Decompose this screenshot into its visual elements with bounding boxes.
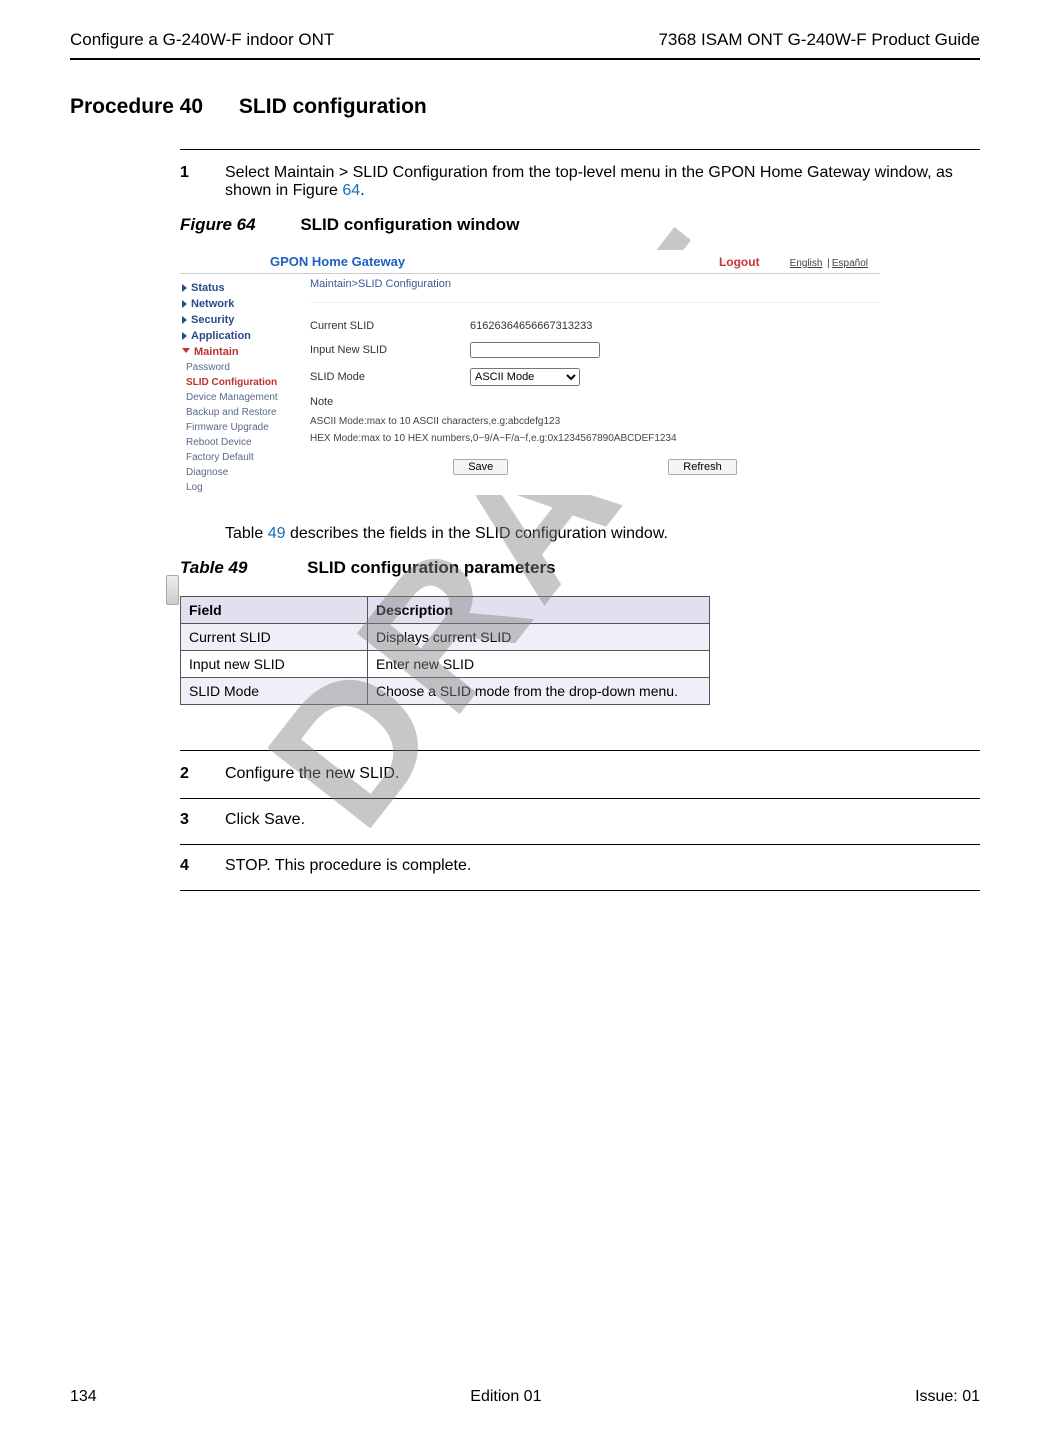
rule [180,890,980,891]
issue: Issue: 01 [915,1388,980,1406]
rule [180,844,980,845]
header-right: 7368 ISAM ONT G-240W-F Product Guide [658,30,980,50]
footer: 134 Edition 01 Issue: 01 [70,1388,980,1406]
logout-link[interactable]: Logout [719,255,760,269]
table-row: Input new SLID Enter new SLID [181,651,710,678]
th-desc: Description [368,597,710,624]
chevron-right-icon [182,300,187,308]
sidebar-item-application[interactable]: Application [180,328,300,344]
figure-label: Figure 64 [180,215,256,235]
step-number: 4 [180,857,225,875]
page-number: 134 [70,1388,97,1406]
slid-mode-label: SLID Mode [310,371,470,383]
sidebar-item-security[interactable]: Security [180,312,300,328]
table-header-row: Field Description [181,597,710,624]
sidebar-item-maintain[interactable]: Maintain [180,344,300,360]
chevron-right-icon [182,316,187,324]
table-row: Current SLID Displays current SLID [181,624,710,651]
table-title-text: SLID configuration parameters [307,558,555,577]
sidebar: Status Network Security Application Main… [180,274,300,495]
step-1: 1 Select Maintain > SLID Configuration f… [180,164,980,200]
field-slid-mode: SLID Mode ASCII Mode [310,363,880,391]
sidebar-sub-device-mgmt[interactable]: Device Management [180,390,300,405]
step-4: 4 STOP. This procedure is complete. [180,857,980,875]
table-caption: Table 49 SLID configuration parameters [180,558,980,578]
gw-header: GPON Home Gateway Logout English |Españo… [180,250,880,274]
field-current-slid: Current SLID 61626364656667313233 [310,315,880,337]
step-number: 1 [180,164,225,200]
sidebar-sub-diagnose[interactable]: Diagnose [180,465,300,480]
chevron-down-icon [182,348,190,357]
gw-main: Maintain>SLID Configuration Current SLID… [300,274,880,495]
sidebar-sub-backup[interactable]: Backup and Restore [180,405,300,420]
step-3: 3 Click Save. [180,811,980,829]
sidebar-sub-slid[interactable]: SLID Configuration [180,375,300,390]
input-new-slid-field[interactable] [470,342,600,358]
sidebar-item-network[interactable]: Network [180,296,300,312]
language-switch[interactable]: English |Español [788,258,870,269]
figure-caption: Figure 64 SLID configuration window [180,215,980,235]
field-note: Note [310,391,880,413]
chevron-right-icon [182,332,187,340]
params-table: Field Description Current SLID Displays … [180,596,710,705]
step-text: Configure the new SLID. [225,765,399,783]
rule [180,750,980,751]
sidebar-sub-log[interactable]: Log [180,480,300,495]
current-slid-label: Current SLID [310,320,470,332]
table-label: Table 49 [180,558,247,578]
sidebar-item-status[interactable]: Status [180,280,300,296]
figure-title-text: SLID configuration window [300,215,519,234]
rule [180,798,980,799]
cell-desc: Enter new SLID [368,651,710,678]
step-number: 2 [180,765,225,783]
slid-mode-select[interactable]: ASCII Mode [470,368,580,386]
step-number: 3 [180,811,225,829]
table-link[interactable]: 49 [268,525,286,542]
table-intro: Table 49 describes the fields in the SLI… [225,525,980,543]
button-row: Save Refresh [310,447,880,487]
rule [180,149,980,150]
chevron-right-icon [182,284,187,292]
note-hex: HEX Mode:max to 10 HEX numbers,0~9/A~F/a… [310,430,880,447]
header-left: Configure a G-240W-F indoor ONT [70,30,334,50]
save-button[interactable]: Save [453,459,508,475]
note-label: Note [310,396,470,408]
input-new-slid-label: Input New SLID [310,344,470,356]
th-field: Field [181,597,368,624]
scrollbar-thumb[interactable] [166,575,179,605]
current-slid-value: 61626364656667313233 [470,320,592,332]
gw-title: GPON Home Gateway [270,254,405,269]
screenshot: GPON Home Gateway Logout English |Españo… [180,250,880,495]
cell-desc: Displays current SLID [368,624,710,651]
sidebar-sub-factory[interactable]: Factory Default [180,450,300,465]
cell-field: Input new SLID [181,651,368,678]
step-text: STOP. This procedure is complete. [225,857,471,875]
procedure-heading: Procedure 40 SLID configuration [70,95,980,119]
cell-desc: Choose a SLID mode from the drop-down me… [368,678,710,705]
procedure-number: Procedure 40 [70,95,203,119]
step-text: Select Maintain > SLID Configuration fro… [225,164,980,200]
procedure-title: SLID configuration [239,95,427,118]
step-text: Click Save. [225,811,305,829]
cell-field: Current SLID [181,624,368,651]
refresh-button[interactable]: Refresh [668,459,737,475]
table-row: SLID Mode Choose a SLID mode from the dr… [181,678,710,705]
breadcrumb: Maintain>SLID Configuration [310,274,880,303]
sidebar-sub-firmware[interactable]: Firmware Upgrade [180,420,300,435]
field-input-new-slid: Input New SLID [310,337,880,363]
sidebar-sub-password[interactable]: Password [180,360,300,375]
cell-field: SLID Mode [181,678,368,705]
edition: Edition 01 [470,1388,541,1406]
header-rule [70,58,980,60]
figure-link[interactable]: 64 [342,182,360,199]
note-ascii: ASCII Mode:max to 10 ASCII characters,e.… [310,413,880,430]
step-2: 2 Configure the new SLID. [180,765,980,783]
sidebar-sub-reboot[interactable]: Reboot Device [180,435,300,450]
